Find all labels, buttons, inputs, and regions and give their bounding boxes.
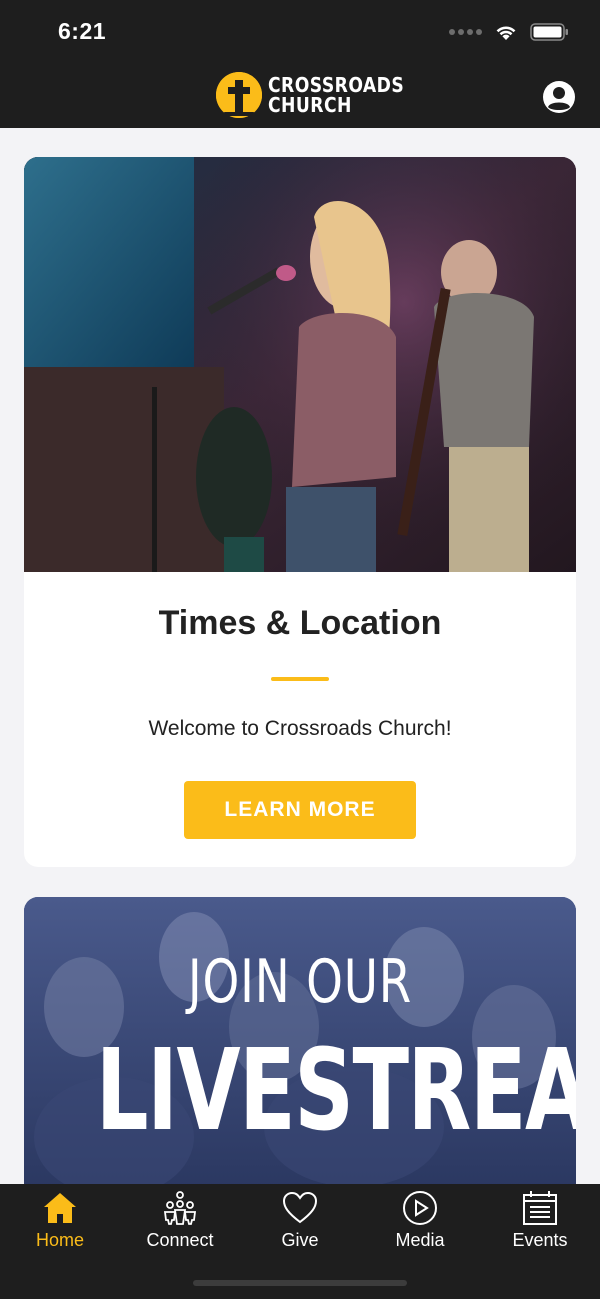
livestream-card[interactable]: JOIN OUR LIVESTREAM (24, 897, 576, 1197)
worship-singer-photo (24, 157, 576, 572)
cellular-dots-icon (449, 29, 482, 35)
times-location-card[interactable]: Times & Location Welcome to Crossroads C… (24, 157, 576, 867)
cross-icon (216, 72, 262, 118)
tab-events[interactable]: Events (480, 1190, 600, 1260)
livestream-banner: JOIN OUR LIVESTREAM (24, 897, 576, 1197)
app-screen: 6:21 CROSSROADS CHURCH Times & Location … (0, 0, 600, 1299)
logo-line-2: CHURCH (268, 93, 352, 117)
wifi-icon (496, 26, 516, 40)
tab-home-label: Home (35, 1230, 84, 1250)
tab-connect-label: Connect (146, 1230, 214, 1250)
status-time: 6:21 (58, 18, 107, 44)
home-icon (44, 1193, 76, 1223)
card-title: Times & Location (158, 604, 442, 642)
tab-connect[interactable]: Connect (120, 1190, 240, 1260)
profile-button[interactable] (542, 80, 576, 114)
tab-events-label: Events (512, 1230, 568, 1250)
battery-icon (530, 23, 568, 41)
tab-media[interactable]: Media (360, 1190, 480, 1260)
logo-line-1: CROSSROADS (268, 73, 405, 97)
tab-media-label: Media (395, 1230, 445, 1250)
home-indicator[interactable] (193, 1280, 407, 1286)
card-welcome-text: Welcome to Crossroads Church! (148, 717, 452, 740)
learn-more-button[interactable]: LEARN MORE (184, 781, 416, 839)
user-icon (543, 81, 575, 113)
people-icon (163, 1191, 197, 1225)
tab-give[interactable]: Give (240, 1190, 360, 1260)
tab-home[interactable]: Home (0, 1190, 120, 1260)
status-icons (449, 22, 570, 42)
play-icon (403, 1191, 437, 1225)
banner-line-1: JOIN OUR (187, 947, 413, 1017)
top-bar: 6:21 CROSSROADS CHURCH (0, 0, 600, 128)
calendar-icon (523, 1191, 557, 1225)
title-divider (271, 677, 329, 681)
banner-line-2: LIVESTREAM (95, 1026, 576, 1156)
tab-give-label: Give (281, 1230, 319, 1250)
church-logo[interactable]: CROSSROADS CHURCH (216, 72, 426, 118)
heart-icon (282, 1191, 318, 1224)
logo-text: CROSSROADS CHURCH (268, 75, 404, 115)
